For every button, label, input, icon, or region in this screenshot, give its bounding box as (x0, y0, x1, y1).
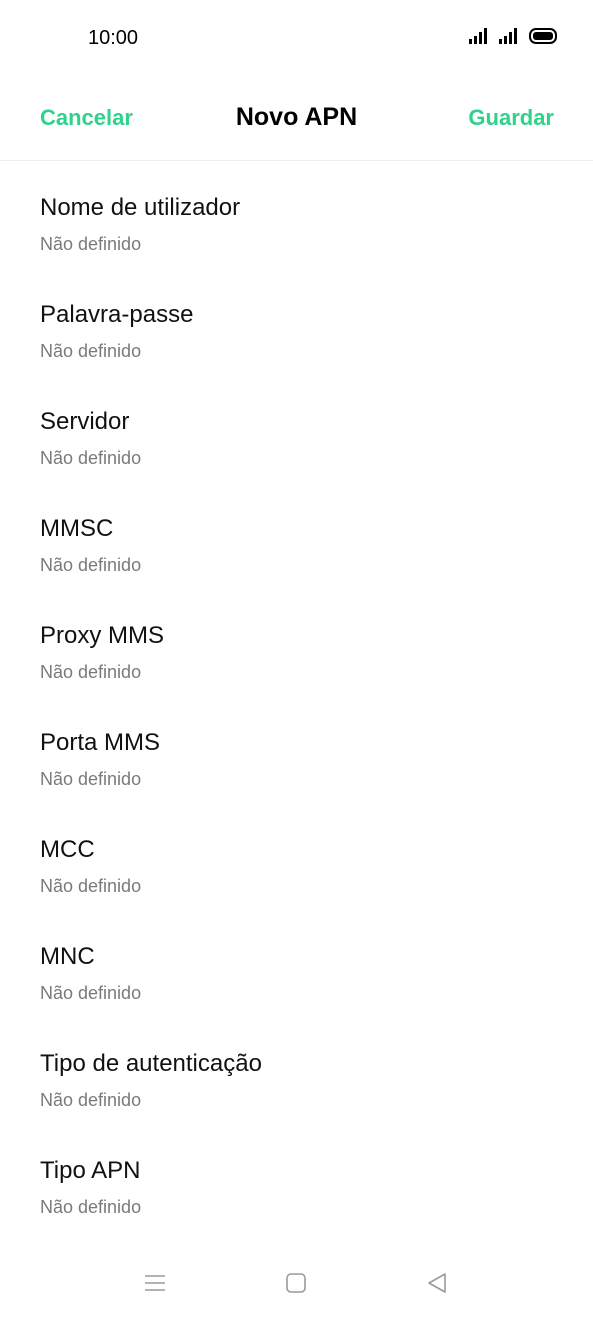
field-value: Não definido (40, 769, 142, 789)
field-apn-type[interactable]: Tipo APN Não definido (0, 1124, 593, 1231)
field-label: MCC (40, 836, 95, 863)
field-value: Não definido (40, 448, 142, 468)
field-mmsc[interactable]: MMSC Não definido (0, 482, 593, 589)
field-value: Não definido (40, 341, 142, 361)
field-label: Porta MMS (40, 729, 161, 756)
field-label: Tipo de autenticação (40, 1050, 262, 1077)
field-label: Servidor (40, 408, 130, 435)
field-value: Não definido (40, 555, 142, 575)
field-label: MMSC (40, 515, 114, 542)
status-icons (469, 27, 557, 49)
status-bar: 10:00 (0, 0, 593, 76)
field-value: Não definido (40, 1090, 142, 1110)
field-mnc[interactable]: MNC Não definido (0, 910, 593, 1017)
field-value: Não definido (40, 662, 142, 682)
field-value: Não definido (40, 234, 142, 254)
field-value: Não definido (40, 1197, 142, 1217)
signal-icon (469, 27, 491, 49)
navigation-bar (0, 1248, 593, 1318)
field-mms-port[interactable]: Porta MMS Não definido (0, 696, 593, 803)
field-label: MNC (40, 943, 95, 970)
home-icon[interactable] (283, 1270, 309, 1296)
field-auth-type[interactable]: Tipo de autenticação Não definido (0, 1017, 593, 1124)
save-button[interactable]: Guardar (468, 105, 554, 131)
field-label: Nome de utilizador (40, 194, 241, 221)
apn-field-list: Nome de utilizador Não definido Palavra-… (0, 161, 593, 1231)
battery-icon (529, 27, 557, 49)
field-server[interactable]: Servidor Não definido (0, 375, 593, 482)
field-mms-proxy[interactable]: Proxy MMS Não definido (0, 589, 593, 696)
field-mcc[interactable]: MCC Não definido (0, 803, 593, 910)
field-label: Tipo APN (40, 1157, 141, 1184)
menu-icon[interactable] (142, 1270, 168, 1296)
app-header: Cancelar Novo APN Guardar (0, 78, 593, 161)
field-value: Não definido (40, 876, 142, 896)
back-icon[interactable] (424, 1270, 450, 1296)
signal-icon (499, 27, 521, 49)
field-label: Palavra-passe (40, 301, 194, 328)
field-username[interactable]: Nome de utilizador Não definido (0, 161, 593, 268)
field-value: Não definido (40, 983, 142, 1003)
field-password[interactable]: Palavra-passe Não definido (0, 268, 593, 375)
field-label: Proxy MMS (40, 622, 165, 649)
status-time: 10:00 (88, 27, 139, 49)
